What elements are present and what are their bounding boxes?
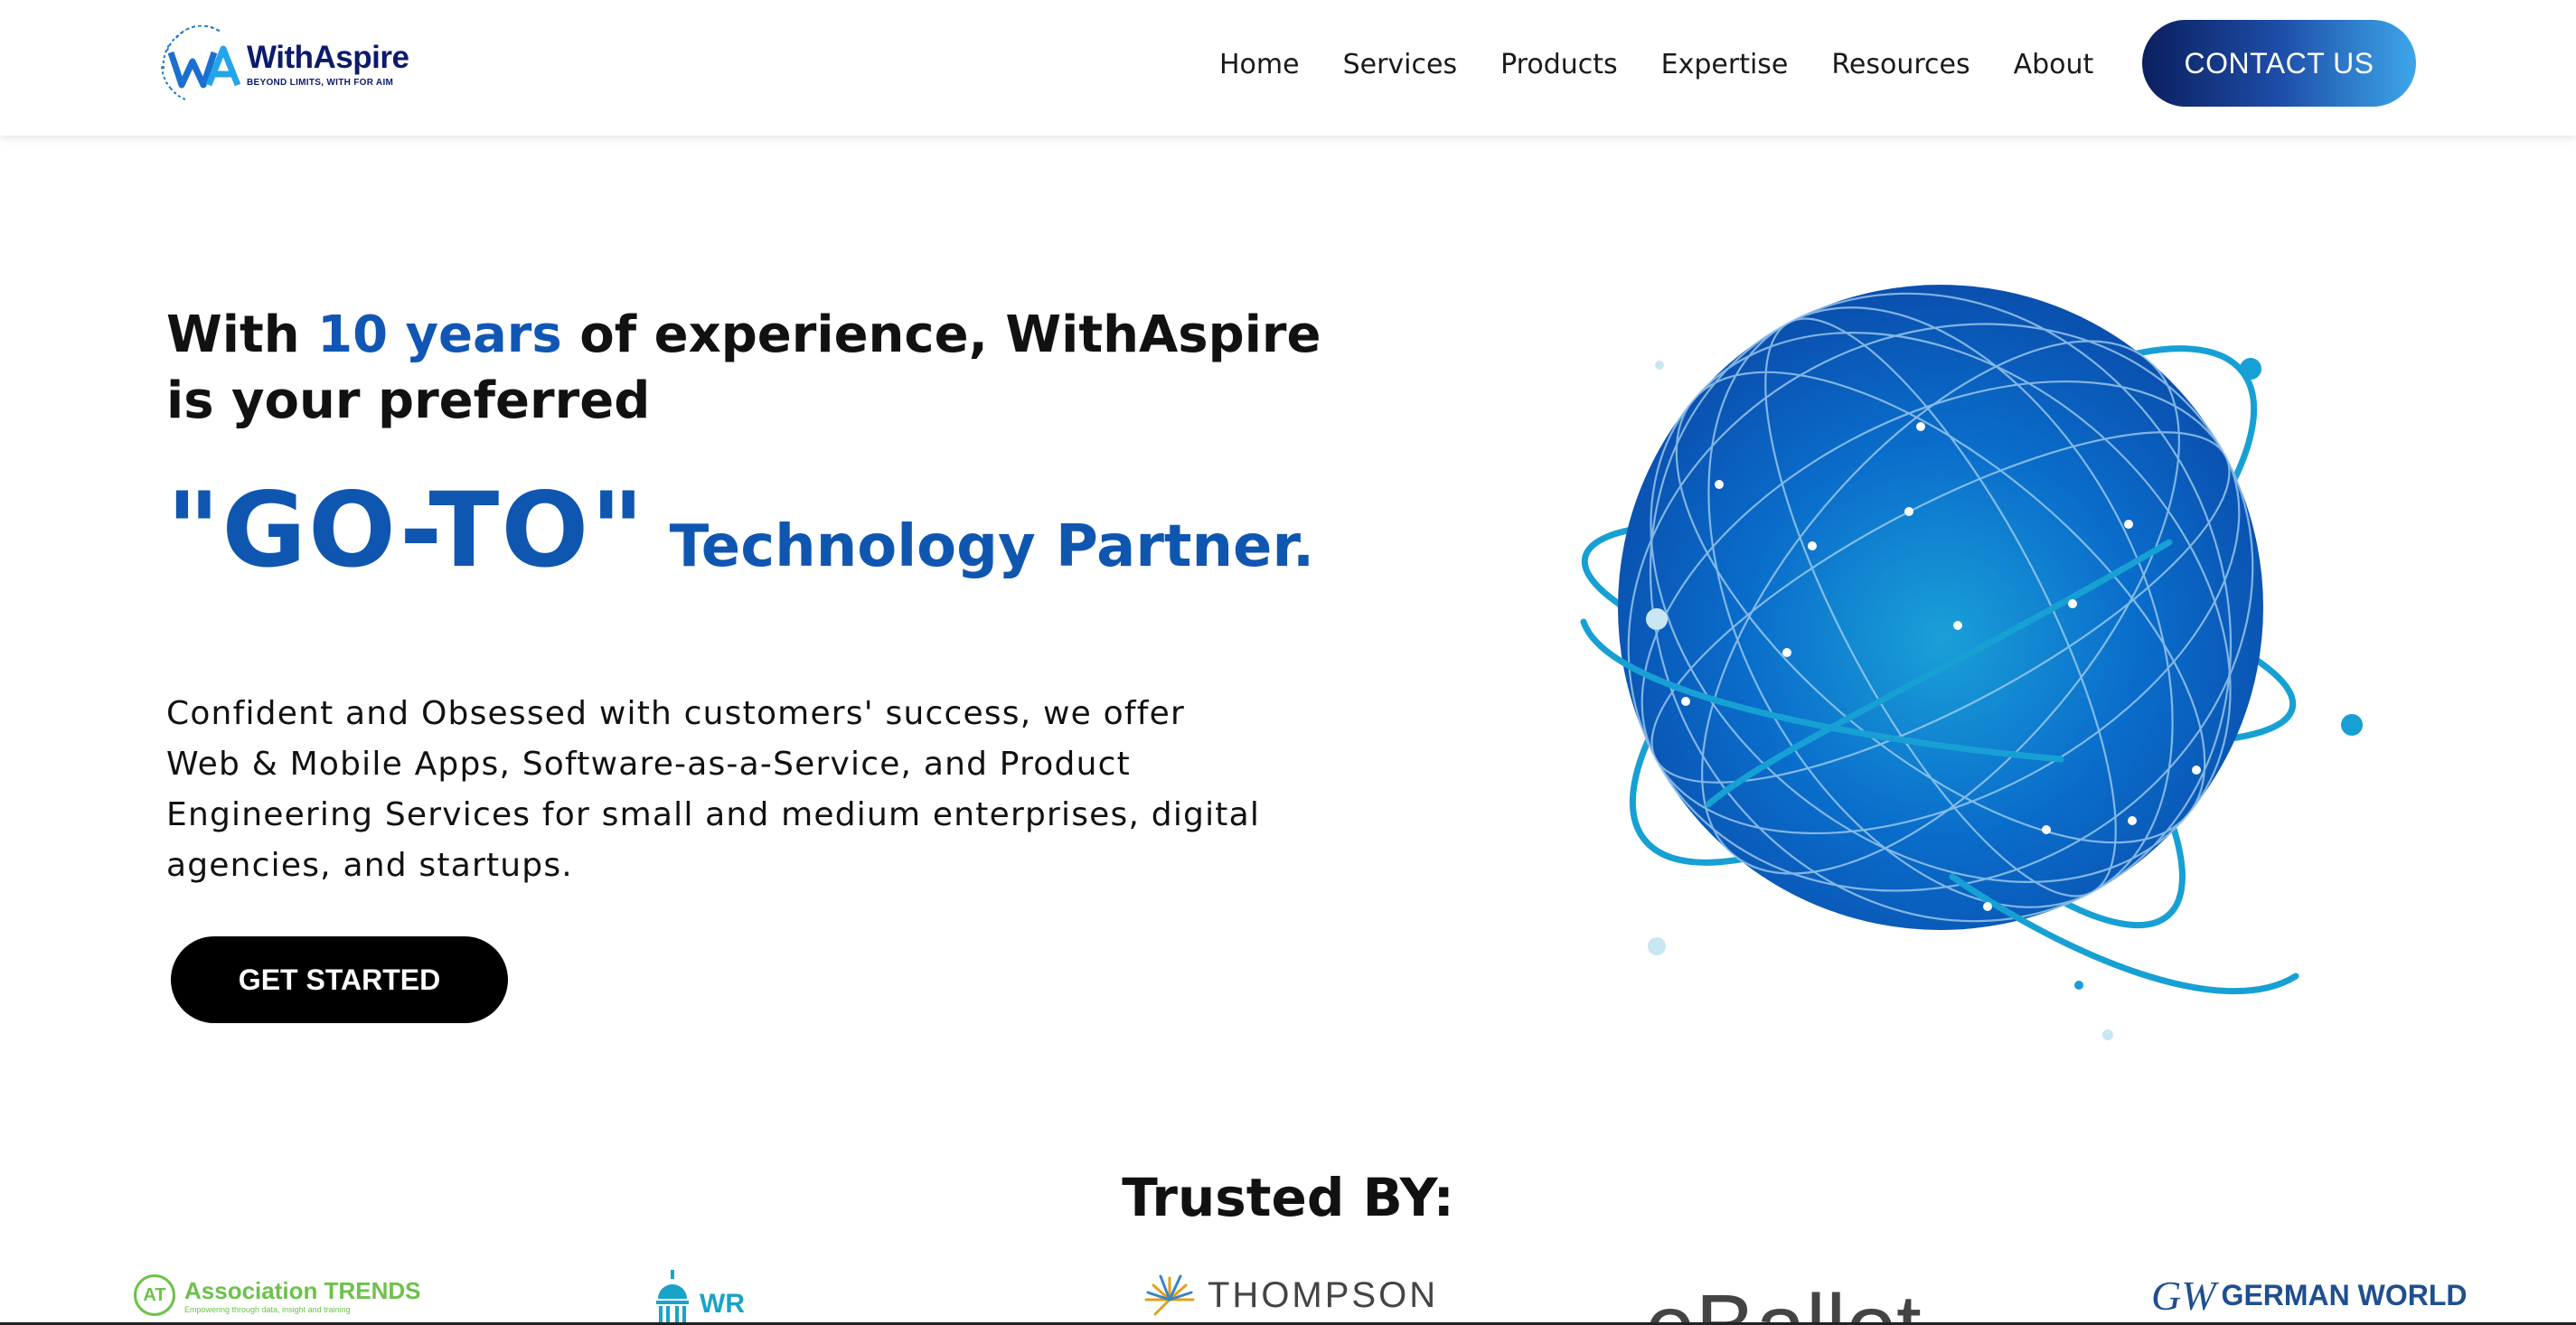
contact-us-button[interactable]: CONTACT US <box>2142 20 2416 107</box>
nav-item-home[interactable]: Home <box>1219 43 1300 87</box>
get-started-button[interactable]: GET STARTED <box>171 936 508 1023</box>
hero-technology-partner: Technology Partner. <box>669 513 1315 580</box>
main-nav: Home Services Products Expertise Resourc… <box>1219 43 2093 87</box>
german-world-mark: GW <box>2151 1272 2216 1319</box>
hero-description: Confident and Obsessed with customers' s… <box>166 695 1261 884</box>
association-trends-logo: AT Association TRENDS Empowering through… <box>134 1265 421 1325</box>
nav-item-products[interactable]: Products <box>1500 43 1618 87</box>
client-name: Association TRENDS <box>184 1276 421 1304</box>
association-trends-mark: AT <box>134 1274 175 1316</box>
capitol-dome-icon <box>656 1270 689 1322</box>
thompson-logo: THOMPSON <box>1141 1265 1438 1325</box>
logo-name: WithAspire <box>247 39 409 75</box>
hero-intro-prefix: With <box>166 305 318 364</box>
hero-intro: With 10 years of experience, WithAspire … <box>166 302 1341 434</box>
wr-logo: WR <box>651 1265 745 1325</box>
german-world-logo: GW GERMAN WORLD <box>2151 1265 2468 1325</box>
nav-item-expertise[interactable]: Expertise <box>1661 43 1789 87</box>
hero-headline: "GO-TO" Technology Partner. <box>166 470 1314 590</box>
hero-years-highlight: 10 years <box>317 305 562 364</box>
logo-text: WithAspire BEYOND LIMITS, WITH FOR AIM <box>247 40 409 88</box>
client-logos: AT Association TRENDS Empowering through… <box>0 1265 2576 1325</box>
eballot-logo: eBallot <box>1645 1265 1922 1325</box>
nav-item-about[interactable]: About <box>2014 43 2094 87</box>
hero-goto: "GO-TO" <box>166 470 646 590</box>
globe-network-icon <box>1580 285 2363 1040</box>
client-name: GERMAN WORLD <box>2221 1278 2468 1311</box>
client-name: eBallot <box>1645 1275 1922 1325</box>
site-header: WithAspire BEYOND LIMITS, WITH FOR AIM H… <box>0 0 2576 136</box>
withaspire-logo-icon <box>161 25 241 100</box>
client-name: THOMPSON <box>1208 1274 1439 1315</box>
client-subtitle: Empowering through data, insight and tra… <box>184 1304 351 1314</box>
trusted-title: Trusted BY: <box>1122 1167 1454 1228</box>
nav-item-resources[interactable]: Resources <box>1831 43 1970 87</box>
brand-logo[interactable]: WithAspire BEYOND LIMITS, WITH FOR AIM <box>158 25 409 101</box>
logo-tagline: BEYOND LIMITS, WITH FOR AIM <box>247 77 394 88</box>
nav-item-services[interactable]: Services <box>1343 43 1458 87</box>
client-name: WR <box>700 1289 745 1319</box>
starburst-icon <box>1144 1274 1195 1316</box>
